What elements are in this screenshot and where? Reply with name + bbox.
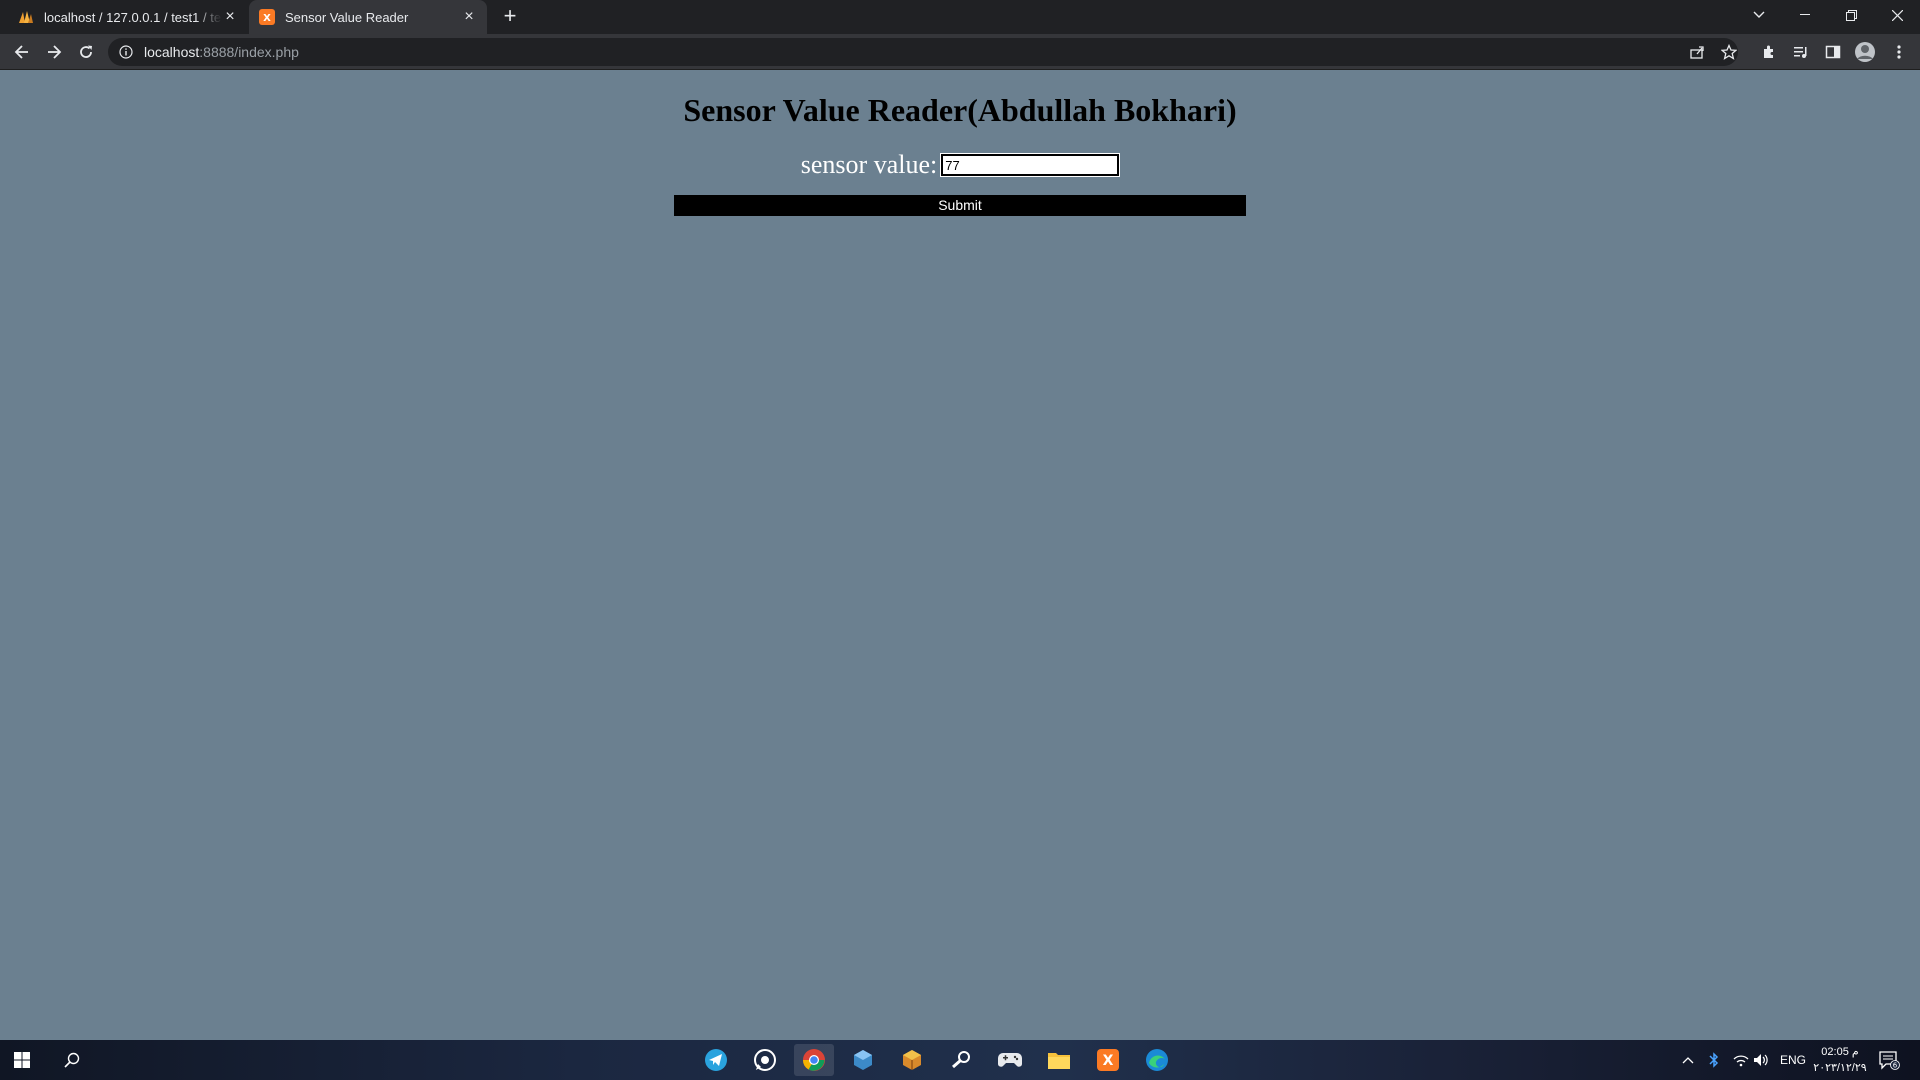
svg-text:X: X xyxy=(263,13,271,24)
telegram-icon[interactable] xyxy=(696,1044,736,1076)
xampp-icon[interactable]: X xyxy=(1088,1044,1128,1076)
restore-button[interactable] xyxy=(1828,0,1874,30)
browser-toolbar: localhost:8888/index.php xyxy=(0,34,1920,70)
profile-avatar[interactable] xyxy=(1851,38,1879,66)
edge-icon[interactable] xyxy=(1137,1044,1177,1076)
sensor-value-label: sensor value: xyxy=(800,150,938,179)
windows-start-icon[interactable] xyxy=(2,1044,42,1076)
volume-icon[interactable] xyxy=(1753,1040,1769,1080)
page-title: Sensor Value Reader(Abdullah Bokhari) xyxy=(683,92,1237,128)
close-window-button[interactable] xyxy=(1874,0,1920,30)
svg-text:X: X xyxy=(1103,1053,1114,1069)
extensions-icon[interactable] xyxy=(1755,38,1783,66)
language-indicator[interactable]: ENG xyxy=(1780,1040,1806,1080)
notification-count: 6 xyxy=(1893,1062,1898,1070)
address-bar[interactable]: localhost:8888/index.php xyxy=(108,38,1738,66)
share-icon[interactable] xyxy=(1683,38,1711,66)
url-host: localhost xyxy=(144,44,200,60)
taskbar-clock[interactable]: 02:05 م ٢٠٢٣/١٢/٢٩ xyxy=(1808,1044,1872,1076)
url-path: :8888/index.php xyxy=(199,44,299,60)
forward-button[interactable] xyxy=(40,38,68,66)
chrome-icon[interactable] xyxy=(794,1044,834,1076)
reading-list-icon[interactable] xyxy=(1787,38,1815,66)
windows-taskbar: X ENG 02:05 م ٢٠٢٣/١٢/٢٩ 6 xyxy=(0,1040,1920,1080)
xampp-icon: X xyxy=(259,9,275,25)
notification-center-icon[interactable]: 6 xyxy=(1878,1040,1900,1080)
tab-title: localhost / 127.0.0.1 / test1 / test xyxy=(44,9,222,25)
menu-kebab-icon[interactable] xyxy=(1885,38,1913,66)
back-button[interactable] xyxy=(8,38,36,66)
gamepad-icon[interactable] xyxy=(990,1044,1030,1076)
virtualbox-icon[interactable] xyxy=(843,1044,883,1076)
side-panel-icon[interactable] xyxy=(1819,38,1847,66)
tab-search-icon[interactable] xyxy=(1736,0,1782,30)
show-hidden-icons-icon[interactable] xyxy=(1682,1040,1694,1080)
steam-icon[interactable] xyxy=(941,1044,981,1076)
file-explorer-icon[interactable] xyxy=(1039,1044,1079,1076)
wifi-icon[interactable] xyxy=(1733,1040,1749,1080)
sensor-value-input[interactable] xyxy=(940,153,1121,177)
clock-time: 02:05 م xyxy=(1821,1046,1859,1058)
package-icon[interactable] xyxy=(892,1044,932,1076)
site-info-icon[interactable] xyxy=(118,44,134,60)
minimize-button[interactable] xyxy=(1782,0,1828,30)
new-tab-button[interactable]: + xyxy=(498,5,522,29)
bluetooth-icon[interactable] xyxy=(1709,1040,1719,1080)
page-content: Sensor Value Reader(Abdullah Bokhari) se… xyxy=(0,70,1920,1040)
close-tab-icon[interactable]: × xyxy=(461,9,477,25)
bookmark-star-icon[interactable] xyxy=(1715,38,1743,66)
clock-date: ٢٠٢٣/١٢/٢٩ xyxy=(1813,1062,1867,1074)
whatsapp-icon[interactable] xyxy=(745,1044,785,1076)
search-icon[interactable] xyxy=(52,1044,92,1076)
tab-strip: localhost / 127.0.0.1 / test1 / test × X… xyxy=(0,0,1920,34)
sensor-form-row: sensor value: xyxy=(0,150,1920,180)
reload-button[interactable] xyxy=(72,38,100,66)
phpmyadmin-icon xyxy=(18,9,34,25)
close-tab-icon[interactable]: × xyxy=(222,9,238,25)
tab-title: Sensor Value Reader xyxy=(285,9,409,25)
tab-sensor-value-reader[interactable]: X Sensor Value Reader × xyxy=(249,0,487,34)
submit-button[interactable]: Submit xyxy=(674,195,1246,216)
tab-phpmyadmin[interactable]: localhost / 127.0.0.1 / test1 / test × xyxy=(8,0,248,34)
